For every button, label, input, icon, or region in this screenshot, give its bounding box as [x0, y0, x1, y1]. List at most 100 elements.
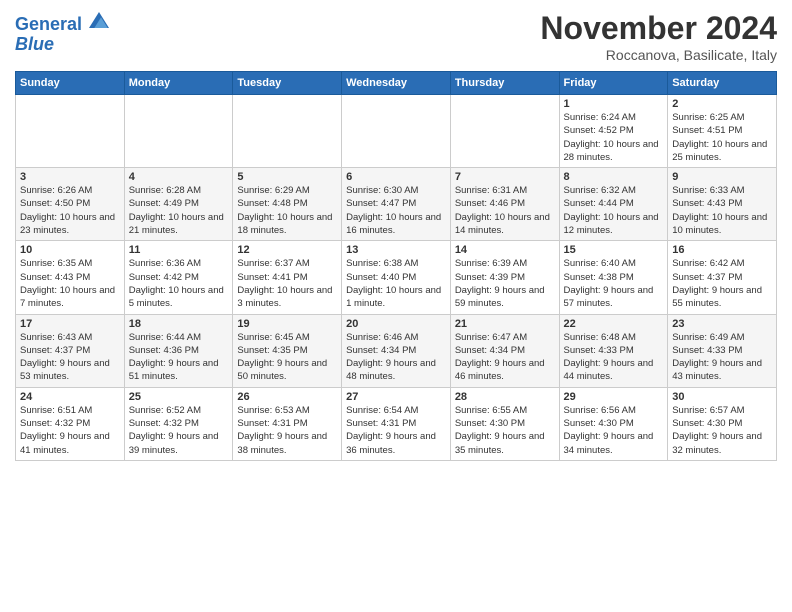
col-monday: Monday: [124, 72, 233, 95]
day-number: 3: [20, 171, 120, 183]
day-info: Sunrise: 6:52 AM Sunset: 4:32 PM Dayligh…: [129, 404, 229, 457]
day-number: 20: [346, 318, 446, 330]
day-info: Sunrise: 6:42 AM Sunset: 4:37 PM Dayligh…: [672, 257, 772, 310]
day-info: Sunrise: 6:35 AM Sunset: 4:43 PM Dayligh…: [20, 257, 120, 310]
day-number: 12: [237, 244, 337, 256]
day-number: 24: [20, 391, 120, 403]
day-number: 10: [20, 244, 120, 256]
logo-line2: Blue: [15, 35, 109, 55]
logo: General Blue: [15, 10, 109, 55]
day-number: 6: [346, 171, 446, 183]
day-info: Sunrise: 6:32 AM Sunset: 4:44 PM Dayligh…: [564, 184, 664, 237]
day-info: Sunrise: 6:37 AM Sunset: 4:41 PM Dayligh…: [237, 257, 337, 310]
day-number: 25: [129, 391, 229, 403]
day-number: 8: [564, 171, 664, 183]
col-saturday: Saturday: [668, 72, 777, 95]
calendar-header-row: Sunday Monday Tuesday Wednesday Thursday…: [16, 72, 777, 95]
calendar-cell: [342, 95, 451, 168]
calendar-cell: 27Sunrise: 6:54 AM Sunset: 4:31 PM Dayli…: [342, 387, 451, 460]
calendar-week-4: 24Sunrise: 6:51 AM Sunset: 4:32 PM Dayli…: [16, 387, 777, 460]
logo-text: General: [15, 10, 109, 35]
day-info: Sunrise: 6:28 AM Sunset: 4:49 PM Dayligh…: [129, 184, 229, 237]
calendar-cell: 22Sunrise: 6:48 AM Sunset: 4:33 PM Dayli…: [559, 314, 668, 387]
day-info: Sunrise: 6:26 AM Sunset: 4:50 PM Dayligh…: [20, 184, 120, 237]
day-info: Sunrise: 6:30 AM Sunset: 4:47 PM Dayligh…: [346, 184, 446, 237]
day-number: 4: [129, 171, 229, 183]
col-tuesday: Tuesday: [233, 72, 342, 95]
calendar-cell: 25Sunrise: 6:52 AM Sunset: 4:32 PM Dayli…: [124, 387, 233, 460]
day-number: 19: [237, 318, 337, 330]
day-info: Sunrise: 6:53 AM Sunset: 4:31 PM Dayligh…: [237, 404, 337, 457]
day-info: Sunrise: 6:48 AM Sunset: 4:33 PM Dayligh…: [564, 331, 664, 384]
day-number: 26: [237, 391, 337, 403]
calendar-cell: [450, 95, 559, 168]
col-wednesday: Wednesday: [342, 72, 451, 95]
month-title: November 2024: [540, 10, 777, 47]
day-number: 17: [20, 318, 120, 330]
calendar-cell: 2Sunrise: 6:25 AM Sunset: 4:51 PM Daylig…: [668, 95, 777, 168]
day-info: Sunrise: 6:47 AM Sunset: 4:34 PM Dayligh…: [455, 331, 555, 384]
day-number: 15: [564, 244, 664, 256]
day-number: 16: [672, 244, 772, 256]
day-info: Sunrise: 6:25 AM Sunset: 4:51 PM Dayligh…: [672, 111, 772, 164]
calendar-cell: [16, 95, 125, 168]
day-info: Sunrise: 6:39 AM Sunset: 4:39 PM Dayligh…: [455, 257, 555, 310]
location: Roccanova, Basilicate, Italy: [540, 47, 777, 63]
day-info: Sunrise: 6:57 AM Sunset: 4:30 PM Dayligh…: [672, 404, 772, 457]
day-number: 9: [672, 171, 772, 183]
calendar-cell: 13Sunrise: 6:38 AM Sunset: 4:40 PM Dayli…: [342, 241, 451, 314]
calendar-week-2: 10Sunrise: 6:35 AM Sunset: 4:43 PM Dayli…: [16, 241, 777, 314]
calendar-cell: 29Sunrise: 6:56 AM Sunset: 4:30 PM Dayli…: [559, 387, 668, 460]
calendar-cell: 7Sunrise: 6:31 AM Sunset: 4:46 PM Daylig…: [450, 168, 559, 241]
calendar-cell: 11Sunrise: 6:36 AM Sunset: 4:42 PM Dayli…: [124, 241, 233, 314]
calendar-week-1: 3Sunrise: 6:26 AM Sunset: 4:50 PM Daylig…: [16, 168, 777, 241]
calendar-cell: 5Sunrise: 6:29 AM Sunset: 4:48 PM Daylig…: [233, 168, 342, 241]
logo-icon: [89, 10, 109, 30]
day-info: Sunrise: 6:46 AM Sunset: 4:34 PM Dayligh…: [346, 331, 446, 384]
day-number: 13: [346, 244, 446, 256]
calendar-cell: 30Sunrise: 6:57 AM Sunset: 4:30 PM Dayli…: [668, 387, 777, 460]
calendar-cell: 14Sunrise: 6:39 AM Sunset: 4:39 PM Dayli…: [450, 241, 559, 314]
calendar-cell: 10Sunrise: 6:35 AM Sunset: 4:43 PM Dayli…: [16, 241, 125, 314]
day-number: 21: [455, 318, 555, 330]
day-info: Sunrise: 6:56 AM Sunset: 4:30 PM Dayligh…: [564, 404, 664, 457]
day-number: 23: [672, 318, 772, 330]
calendar-cell: [233, 95, 342, 168]
calendar-cell: [124, 95, 233, 168]
calendar-cell: 9Sunrise: 6:33 AM Sunset: 4:43 PM Daylig…: [668, 168, 777, 241]
calendar-week-3: 17Sunrise: 6:43 AM Sunset: 4:37 PM Dayli…: [16, 314, 777, 387]
day-number: 7: [455, 171, 555, 183]
calendar-cell: 4Sunrise: 6:28 AM Sunset: 4:49 PM Daylig…: [124, 168, 233, 241]
day-info: Sunrise: 6:54 AM Sunset: 4:31 PM Dayligh…: [346, 404, 446, 457]
day-info: Sunrise: 6:44 AM Sunset: 4:36 PM Dayligh…: [129, 331, 229, 384]
day-info: Sunrise: 6:31 AM Sunset: 4:46 PM Dayligh…: [455, 184, 555, 237]
day-info: Sunrise: 6:51 AM Sunset: 4:32 PM Dayligh…: [20, 404, 120, 457]
calendar-cell: 1Sunrise: 6:24 AM Sunset: 4:52 PM Daylig…: [559, 95, 668, 168]
title-section: November 2024 Roccanova, Basilicate, Ita…: [540, 10, 777, 63]
day-info: Sunrise: 6:33 AM Sunset: 4:43 PM Dayligh…: [672, 184, 772, 237]
calendar-cell: 20Sunrise: 6:46 AM Sunset: 4:34 PM Dayli…: [342, 314, 451, 387]
calendar-cell: 19Sunrise: 6:45 AM Sunset: 4:35 PM Dayli…: [233, 314, 342, 387]
calendar-cell: 12Sunrise: 6:37 AM Sunset: 4:41 PM Dayli…: [233, 241, 342, 314]
day-info: Sunrise: 6:40 AM Sunset: 4:38 PM Dayligh…: [564, 257, 664, 310]
day-number: 27: [346, 391, 446, 403]
day-number: 2: [672, 98, 772, 110]
calendar-cell: 6Sunrise: 6:30 AM Sunset: 4:47 PM Daylig…: [342, 168, 451, 241]
day-info: Sunrise: 6:55 AM Sunset: 4:30 PM Dayligh…: [455, 404, 555, 457]
col-friday: Friday: [559, 72, 668, 95]
calendar-cell: 3Sunrise: 6:26 AM Sunset: 4:50 PM Daylig…: [16, 168, 125, 241]
calendar-cell: 8Sunrise: 6:32 AM Sunset: 4:44 PM Daylig…: [559, 168, 668, 241]
day-number: 29: [564, 391, 664, 403]
day-info: Sunrise: 6:38 AM Sunset: 4:40 PM Dayligh…: [346, 257, 446, 310]
day-number: 1: [564, 98, 664, 110]
page: General Blue November 2024 Roccanova, Ba…: [0, 0, 792, 612]
day-info: Sunrise: 6:29 AM Sunset: 4:48 PM Dayligh…: [237, 184, 337, 237]
calendar-week-0: 1Sunrise: 6:24 AM Sunset: 4:52 PM Daylig…: [16, 95, 777, 168]
day-number: 14: [455, 244, 555, 256]
day-number: 22: [564, 318, 664, 330]
day-number: 11: [129, 244, 229, 256]
calendar: Sunday Monday Tuesday Wednesday Thursday…: [15, 71, 777, 461]
day-number: 18: [129, 318, 229, 330]
day-info: Sunrise: 6:49 AM Sunset: 4:33 PM Dayligh…: [672, 331, 772, 384]
calendar-cell: 23Sunrise: 6:49 AM Sunset: 4:33 PM Dayli…: [668, 314, 777, 387]
